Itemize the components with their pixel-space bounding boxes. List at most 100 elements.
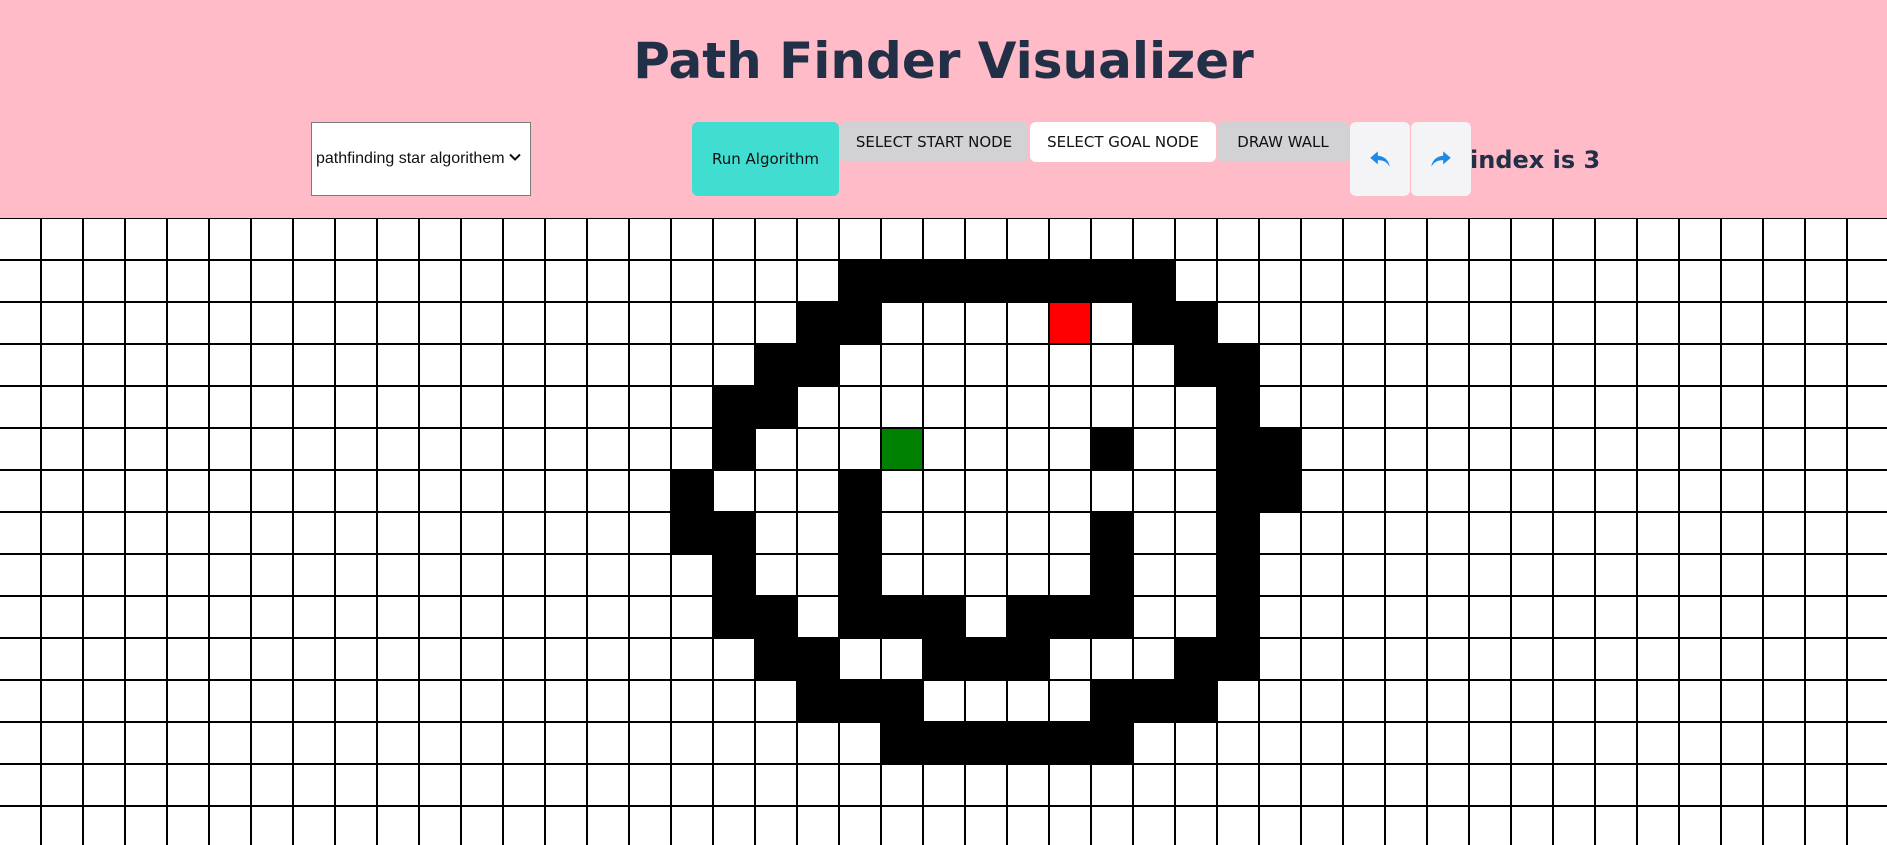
- grid-cell[interactable]: [292, 259, 336, 303]
- wall-cell[interactable]: [1048, 721, 1092, 765]
- grid-cell[interactable]: [838, 343, 882, 387]
- grid-cell[interactable]: [544, 427, 588, 471]
- grid-cell[interactable]: [82, 511, 126, 555]
- grid-cell[interactable]: [1384, 427, 1428, 471]
- grid-cell[interactable]: [292, 679, 336, 723]
- grid-cell[interactable]: [502, 343, 546, 387]
- grid-cell[interactable]: [1636, 469, 1680, 513]
- grid-cell[interactable]: [40, 259, 84, 303]
- grid-cell[interactable]: [544, 301, 588, 345]
- grid-cell[interactable]: [964, 511, 1008, 555]
- grid-cell[interactable]: [1720, 218, 1764, 261]
- grid-cell[interactable]: [1426, 427, 1470, 471]
- grid-cell[interactable]: [292, 301, 336, 345]
- grid-cell[interactable]: [1174, 259, 1218, 303]
- grid-cell[interactable]: [922, 469, 966, 513]
- grid-cell[interactable]: [712, 301, 756, 345]
- grid-cell[interactable]: [1720, 553, 1764, 597]
- grid-cell[interactable]: [754, 553, 798, 597]
- grid-cell[interactable]: [670, 427, 714, 471]
- grid-cell[interactable]: [460, 637, 504, 681]
- grid-cell[interactable]: [1300, 763, 1344, 807]
- grid-cell[interactable]: [1300, 637, 1344, 681]
- grid-cell[interactable]: [1426, 218, 1470, 261]
- grid-cell[interactable]: [1384, 805, 1428, 845]
- grid-cell[interactable]: [1846, 259, 1887, 303]
- grid-cell[interactable]: [1132, 595, 1176, 639]
- grid-cell[interactable]: [418, 763, 462, 807]
- grid-cell[interactable]: [1804, 637, 1848, 681]
- grid-cell[interactable]: [1384, 595, 1428, 639]
- grid-cell[interactable]: [292, 218, 336, 261]
- wall-cell[interactable]: [922, 637, 966, 681]
- grid-cell[interactable]: [1510, 427, 1554, 471]
- algorithm-select[interactable]: pathfinding star algorithem: [311, 122, 531, 196]
- grid-cell[interactable]: [1510, 637, 1554, 681]
- grid-cell[interactable]: [1636, 637, 1680, 681]
- grid-cell[interactable]: [1804, 301, 1848, 345]
- draw-wall-button[interactable]: DRAW WALL: [1217, 122, 1349, 162]
- grid-cell[interactable]: [1426, 763, 1470, 807]
- grid-cell[interactable]: [292, 805, 336, 845]
- grid-cell[interactable]: [1342, 763, 1386, 807]
- grid-cell[interactable]: [796, 805, 840, 845]
- grid-cell[interactable]: [1300, 553, 1344, 597]
- grid-cell[interactable]: [1762, 805, 1806, 845]
- grid-cell[interactable]: [1720, 721, 1764, 765]
- grid-cell[interactable]: [1804, 679, 1848, 723]
- grid-cell[interactable]: [40, 637, 84, 681]
- wall-cell[interactable]: [1048, 259, 1092, 303]
- grid-cell[interactable]: [82, 637, 126, 681]
- grid-cell[interactable]: [1384, 301, 1428, 345]
- grid-cell[interactable]: [250, 301, 294, 345]
- wall-cell[interactable]: [838, 259, 882, 303]
- grid-cell[interactable]: [1342, 805, 1386, 845]
- grid-cell[interactable]: [166, 259, 210, 303]
- grid-cell[interactable]: [796, 595, 840, 639]
- grid-cell[interactable]: [1762, 763, 1806, 807]
- grid-cell[interactable]: [124, 343, 168, 387]
- grid-cell[interactable]: [1510, 343, 1554, 387]
- grid-cell[interactable]: [82, 721, 126, 765]
- grid-cell[interactable]: [376, 511, 420, 555]
- grid-cell[interactable]: [1804, 385, 1848, 429]
- grid-cell[interactable]: [1300, 595, 1344, 639]
- grid-cell[interactable]: [1636, 553, 1680, 597]
- grid-cell[interactable]: [1174, 595, 1218, 639]
- grid-cell[interactable]: [334, 763, 378, 807]
- grid-cell[interactable]: [880, 469, 924, 513]
- grid-cell[interactable]: [1258, 218, 1302, 261]
- grid-cell[interactable]: [1762, 343, 1806, 387]
- grid-cell[interactable]: [964, 385, 1008, 429]
- grid-cell[interactable]: [0, 595, 42, 639]
- grid-cell[interactable]: [670, 343, 714, 387]
- grid-cell[interactable]: [1384, 343, 1428, 387]
- grid-cell[interactable]: [1720, 511, 1764, 555]
- grid-cell[interactable]: [292, 511, 336, 555]
- grid-cell[interactable]: [1510, 679, 1554, 723]
- grid-cell[interactable]: [1342, 259, 1386, 303]
- grid-cell[interactable]: [82, 259, 126, 303]
- grid-cell[interactable]: [544, 511, 588, 555]
- grid-cell[interactable]: [1846, 679, 1887, 723]
- grid-cell[interactable]: [460, 301, 504, 345]
- grid-cell[interactable]: [1510, 469, 1554, 513]
- grid-cell[interactable]: [40, 385, 84, 429]
- grid-cell[interactable]: [0, 343, 42, 387]
- grid-cell[interactable]: [1090, 805, 1134, 845]
- grid-cell[interactable]: [1552, 721, 1596, 765]
- grid-cell[interactable]: [334, 301, 378, 345]
- grid-cell[interactable]: [1342, 679, 1386, 723]
- grid-cell[interactable]: [1090, 218, 1134, 261]
- wall-cell[interactable]: [712, 595, 756, 639]
- grid-cell[interactable]: [1006, 511, 1050, 555]
- grid-cell[interactable]: [1384, 469, 1428, 513]
- grid-cell[interactable]: [334, 218, 378, 261]
- grid-cell[interactable]: [586, 427, 630, 471]
- grid-cell[interactable]: [1720, 301, 1764, 345]
- wall-cell[interactable]: [1132, 679, 1176, 723]
- grid-cell[interactable]: [922, 553, 966, 597]
- grid-cell[interactable]: [1132, 805, 1176, 845]
- wall-cell[interactable]: [754, 595, 798, 639]
- grid-cell[interactable]: [1090, 385, 1134, 429]
